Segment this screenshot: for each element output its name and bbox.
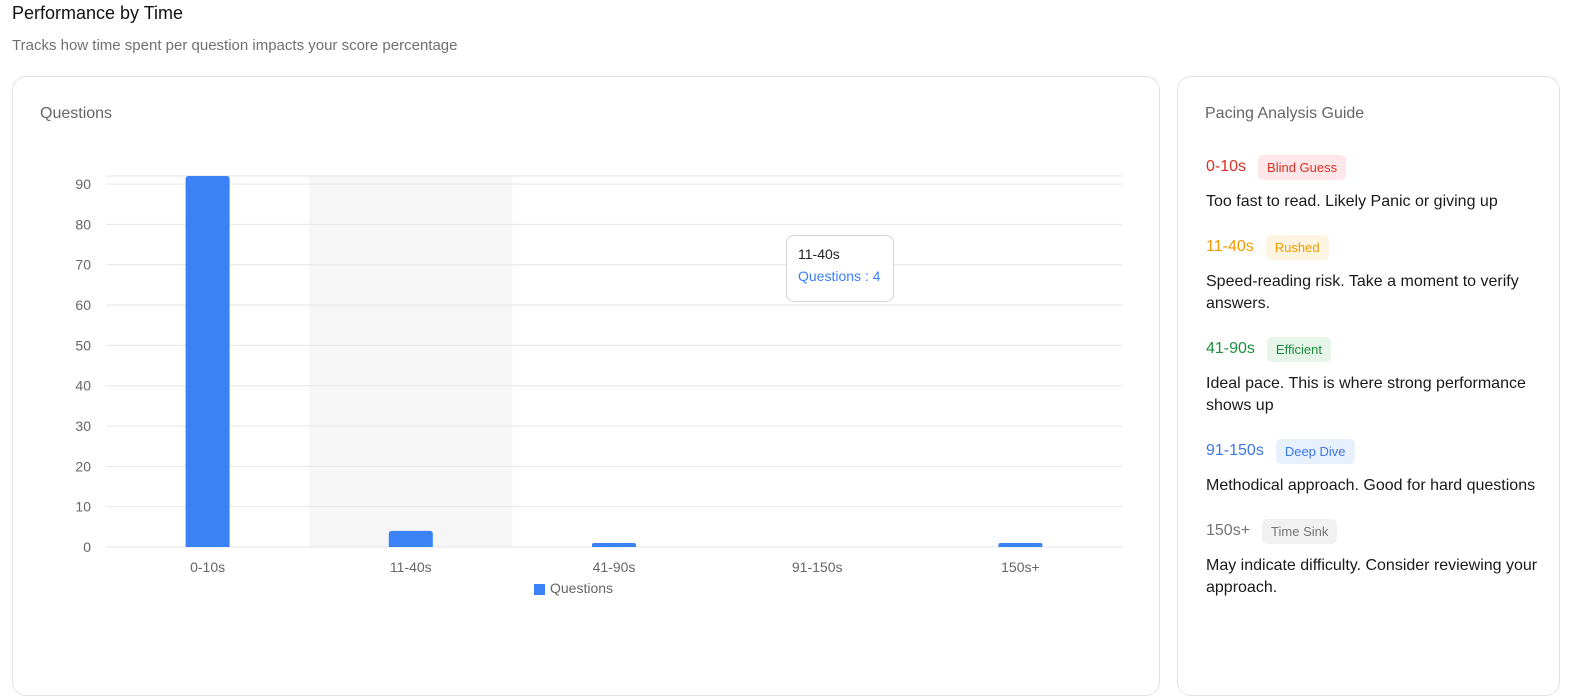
- guide-item-header: 0-10s Blind Guess: [1206, 153, 1546, 181]
- guide-description: Speed-reading risk. Take a moment to ver…: [1206, 273, 1519, 312]
- guide-description: Methodical approach. Good for hard quest…: [1206, 477, 1536, 494]
- x-tick-label: 91-150s: [792, 559, 843, 575]
- x-tick-label: 41-90s: [593, 559, 636, 575]
- x-tick-label: 0-10s: [190, 559, 225, 575]
- y-tick-label: 30: [75, 418, 91, 434]
- guide-badge: Time Sink: [1262, 518, 1338, 544]
- pacing-guide-card: Pacing Analysis Guide 0-10s Blind Guess To…: [1177, 76, 1560, 696]
- guide-item: 91-150s Deep Dive Methodical approach. Goo…: [1206, 437, 1546, 497]
- guide-item-header: 91-150s Deep Dive: [1206, 437, 1546, 465]
- guide-title: Pacing Analysis Guide: [1205, 105, 1365, 122]
- y-tick-label: 60: [75, 297, 91, 313]
- legend-swatch: [534, 584, 545, 595]
- guide-description: Ideal pace. This is where strong perform…: [1206, 375, 1526, 414]
- y-tick-label: 40: [75, 378, 91, 394]
- guide-badge: Rushed: [1265, 234, 1329, 260]
- guide-badge: Efficient: [1266, 336, 1331, 362]
- y-tick-label: 50: [75, 337, 91, 353]
- guide-badge: Blind Guess: [1258, 154, 1347, 180]
- guide-item-header: 11-40s Rushed: [1206, 233, 1546, 261]
- bar-chart: 0 10 20 30 40 50 60 70 80 90 0-10s 11-40s 41-90s 91-1…: [75, 175, 1122, 596]
- guide-range: 11-40s: [1206, 238, 1254, 255]
- guide-range: 91-150s: [1206, 442, 1264, 459]
- tooltip-separator: :: [861, 268, 873, 284]
- tooltip-value: Questions : 4: [798, 268, 882, 284]
- guide-range: 41-90s: [1206, 340, 1255, 357]
- bar: [998, 542, 1043, 547]
- guide-item: 0-10s Blind Guess Too fast to read. Likely…: [1206, 153, 1546, 213]
- bar: [388, 530, 433, 547]
- guide-description: Too fast to read. Likely Panic or giving…: [1206, 193, 1498, 210]
- y-tick-label: 90: [75, 176, 91, 192]
- tooltip-series-name: Questions: [798, 268, 862, 284]
- guide-badge: Deep Dive: [1275, 438, 1355, 464]
- guide-item: 11-40s Rushed Speed-reading risk. Take a m…: [1206, 233, 1546, 315]
- x-tick-label: 150s+: [1001, 559, 1040, 575]
- y-tick-label: 80: [75, 216, 91, 232]
- tooltip-number: 4: [872, 268, 881, 284]
- y-tick-label: 70: [75, 257, 91, 273]
- guide-item: 41-90s Efficient Ideal pace. This is where…: [1206, 335, 1546, 417]
- y-tick-label: 0: [83, 539, 91, 555]
- hover-highlight-band: [309, 176, 513, 547]
- guide-list: 0-10s Blind Guess Too fast to read. Likely…: [1206, 153, 1546, 619]
- guide-item: 150s+ Time Sink May indicate difficulty. C…: [1206, 517, 1546, 599]
- legend-label: Questions: [550, 580, 613, 596]
- guide-description: May indicate difficulty. Consider review…: [1206, 557, 1538, 596]
- guide-range: 0-10s: [1206, 158, 1247, 175]
- chart-tooltip: 11-40s Questions : 4: [786, 235, 894, 302]
- y-tick-label: 10: [75, 499, 91, 515]
- tooltip-label: 11-40s: [798, 246, 840, 262]
- guide-item-header: 41-90s Efficient: [1206, 335, 1546, 363]
- x-tick-label: 11-40s: [390, 559, 432, 575]
- guide-item-header: 150s+ Time Sink: [1206, 517, 1546, 545]
- bar: [592, 542, 636, 547]
- guide-range: 150s+: [1206, 522, 1251, 539]
- bar: [185, 176, 230, 547]
- y-tick-label: 20: [75, 458, 91, 474]
